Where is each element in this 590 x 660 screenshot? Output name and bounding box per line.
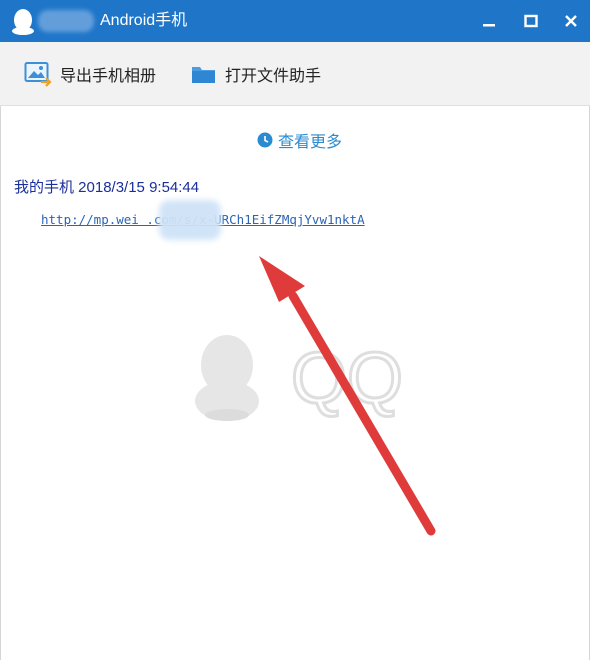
toolbar: 导出手机相册 打开文件助手 bbox=[0, 42, 590, 106]
folder-icon bbox=[192, 67, 215, 83]
view-more-link[interactable]: 查看更多 bbox=[257, 128, 342, 152]
clock-icon bbox=[257, 132, 273, 148]
maximize-icon bbox=[524, 14, 538, 28]
blurred-contact-name bbox=[38, 10, 94, 32]
open-file-assistant-button[interactable]: 打开文件助手 bbox=[191, 60, 321, 88]
minimize-icon bbox=[483, 24, 495, 27]
qq-watermark: QQ bbox=[195, 335, 405, 421]
qq-watermark-text: QQ bbox=[291, 339, 403, 419]
view-more-label: 查看更多 bbox=[278, 134, 343, 151]
title-bar[interactable]: Android手机 bbox=[0, 0, 590, 42]
message-sender-time: 我的手机 2018/3/15 9:54:44 bbox=[14, 179, 200, 196]
close-button[interactable] bbox=[556, 6, 586, 36]
qq-watermark-penguin-icon bbox=[195, 335, 259, 421]
maximize-button[interactable] bbox=[516, 6, 546, 36]
qq-penguin-icon bbox=[12, 9, 34, 35]
minimize-button[interactable] bbox=[474, 6, 504, 36]
export-photo-album-label: 导出手机相册 bbox=[60, 68, 157, 85]
close-icon bbox=[565, 15, 577, 27]
blurred-link-segment bbox=[159, 200, 221, 240]
chat-area[interactable]: 查看更多 我的手机 2018/3/15 9:54:44 http://mp.we… bbox=[0, 106, 590, 660]
photo-album-export-icon bbox=[24, 62, 52, 87]
export-photo-album-button[interactable]: 导出手机相册 bbox=[24, 60, 156, 88]
open-file-assistant-label: 打开文件助手 bbox=[225, 68, 322, 85]
window-title: Android手机 bbox=[100, 12, 188, 29]
